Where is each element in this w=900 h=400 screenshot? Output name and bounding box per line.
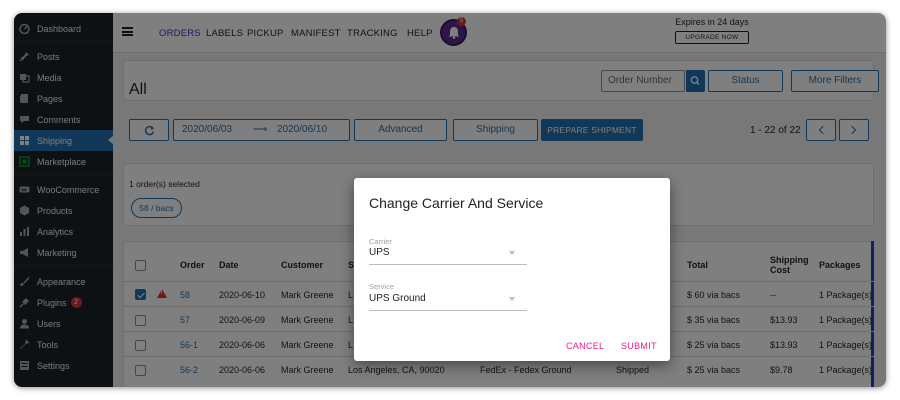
submit-button[interactable]: SUBMIT [621, 341, 657, 351]
service-label: Service [369, 282, 395, 291]
change-carrier-dialog: Change Carrier And Service Carrier UPS S… [354, 178, 670, 361]
carrier-label: Carrier [369, 237, 392, 246]
app-window: Dashboard Posts Media Pages Comments Shi… [14, 13, 886, 387]
service-select[interactable]: UPS Ground [369, 293, 527, 311]
cancel-button[interactable]: CANCEL [566, 341, 604, 351]
chevron-down-icon [509, 251, 515, 255]
dialog-title: Change Carrier And Service [369, 195, 544, 211]
service-selected-value: UPS Ground [369, 293, 426, 304]
carrier-selected-value: UPS [369, 247, 390, 258]
carrier-select[interactable]: UPS [369, 247, 527, 265]
chevron-down-icon [509, 297, 515, 301]
